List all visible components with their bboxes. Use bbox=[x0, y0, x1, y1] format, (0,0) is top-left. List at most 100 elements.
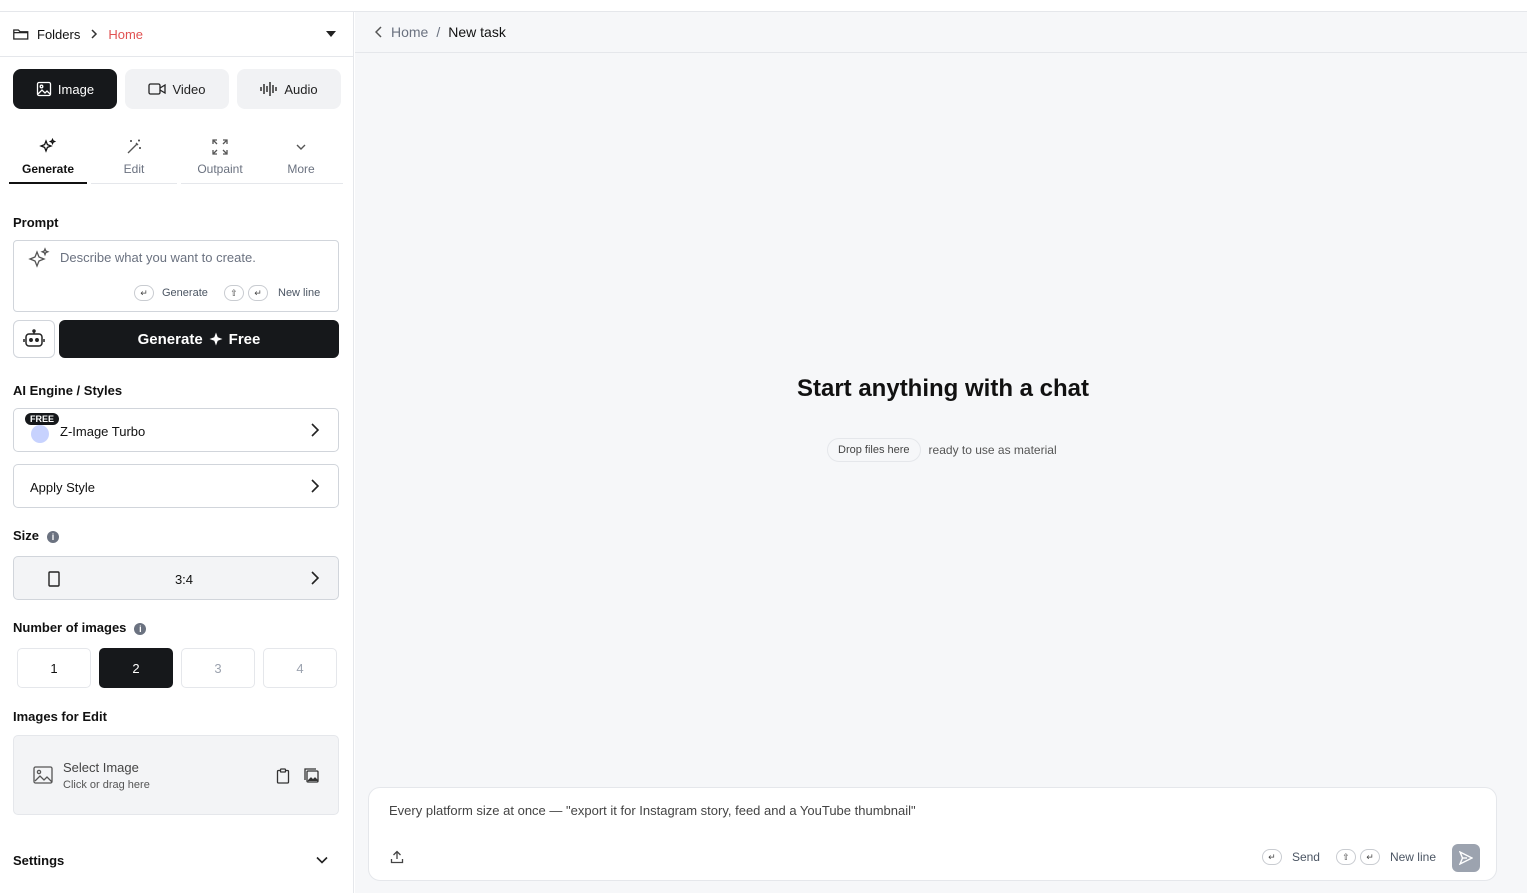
count-option-1[interactable]: 1 bbox=[17, 648, 91, 688]
main-panel: Home / New task Start anything with a ch… bbox=[355, 12, 1527, 893]
tab-audio[interactable]: Audio bbox=[237, 69, 341, 109]
top-strip bbox=[0, 0, 1527, 12]
folders-label[interactable]: Folders bbox=[37, 27, 80, 42]
shift-key-icon: ⇧ bbox=[224, 285, 244, 301]
sparkle-icon bbox=[28, 247, 50, 268]
media-type-tabs: Image Video Audio bbox=[13, 69, 341, 109]
prompt-input[interactable]: Describe what you want to create. ↵ Gene… bbox=[13, 240, 339, 312]
tab-image[interactable]: Image bbox=[13, 69, 117, 109]
newline-hint: ⇧ ↵ New line bbox=[224, 285, 320, 301]
enter-key-icon: ↵ bbox=[1359, 849, 1380, 865]
image-count-selector: 1 2 3 4 bbox=[17, 648, 337, 688]
engine-label: AI Engine / Styles bbox=[13, 383, 123, 398]
assistant-button[interactable] bbox=[13, 320, 55, 358]
select-image-subtitle: Click or drag here bbox=[63, 779, 150, 791]
send-button[interactable] bbox=[1452, 844, 1480, 872]
home-link[interactable]: Home bbox=[108, 27, 143, 42]
expand-icon bbox=[212, 139, 228, 155]
tab-video[interactable]: Video bbox=[125, 69, 229, 109]
apply-style-label: Apply Style bbox=[30, 480, 96, 495]
newline-hint-label: New line bbox=[278, 287, 321, 299]
apply-style-select[interactable]: Apply Style bbox=[13, 464, 339, 508]
chevron-right-icon bbox=[91, 29, 98, 39]
mode-tabs: Generate Edit Outpaint More bbox=[9, 134, 343, 184]
count-label: Number of images bbox=[13, 620, 127, 635]
enter-key-icon: ↵ bbox=[248, 285, 268, 301]
video-icon bbox=[148, 83, 167, 95]
tab-outpaint-label: Outpaint bbox=[197, 162, 243, 176]
tab-more[interactable]: More bbox=[259, 134, 343, 184]
chevron-left-icon[interactable] bbox=[375, 26, 383, 38]
free-badge: FREE bbox=[25, 413, 60, 425]
chevron-down-icon bbox=[316, 856, 328, 864]
magic-wand-icon bbox=[127, 139, 141, 154]
tab-image-label: Image bbox=[57, 81, 95, 97]
sparkle-icon bbox=[39, 138, 57, 153]
generate-button-suffix: Free bbox=[228, 330, 261, 348]
generate-button[interactable]: Generate Free bbox=[59, 320, 339, 358]
gallery-icon[interactable] bbox=[304, 768, 320, 784]
hero-title: Start anything with a chat bbox=[796, 375, 1090, 402]
count-option-4[interactable]: 4 bbox=[263, 648, 337, 688]
info-icon[interactable]: i bbox=[47, 530, 60, 543]
tab-edit[interactable]: Edit bbox=[91, 134, 177, 184]
info-icon[interactable]: i bbox=[134, 622, 147, 635]
image-upload-dropzone[interactable]: Select Image Click or drag here bbox=[13, 735, 339, 815]
clipboard-icon[interactable] bbox=[276, 768, 290, 784]
breadcrumb-current: New task bbox=[448, 24, 506, 40]
tab-video-label: Video bbox=[172, 81, 206, 97]
sidebar: Folders Home Image Video Audio Generate … bbox=[0, 12, 354, 893]
tab-more-label: More bbox=[287, 162, 315, 176]
caret-down-icon[interactable] bbox=[325, 28, 337, 40]
tab-audio-label: Audio bbox=[284, 81, 318, 97]
size-label-row: Size i bbox=[13, 528, 60, 543]
settings-label: Settings bbox=[13, 853, 65, 868]
enter-key-icon: ↵ bbox=[134, 285, 154, 301]
generate-hint-label: Generate bbox=[162, 287, 208, 299]
drop-hint: Drop files here ready to use as material bbox=[827, 438, 1057, 462]
chevron-right-icon bbox=[311, 571, 320, 585]
size-select[interactable]: 3:4 bbox=[13, 556, 339, 600]
chevron-down-icon bbox=[296, 144, 306, 150]
generate-hint: ↵ Generate bbox=[134, 285, 208, 301]
tab-outpaint[interactable]: Outpaint bbox=[181, 134, 259, 184]
robot-icon bbox=[23, 329, 45, 347]
chat-input[interactable]: Every platform size at once — "export it… bbox=[368, 787, 1497, 881]
send-icon bbox=[1459, 851, 1473, 865]
tab-generate-label: Generate bbox=[21, 162, 75, 176]
newline-hint-label: New line bbox=[1389, 850, 1436, 864]
generate-button-label: Generate bbox=[137, 330, 203, 348]
chevron-right-icon bbox=[311, 479, 320, 493]
size-label: Size bbox=[13, 528, 40, 543]
size-value: 3:4 bbox=[174, 572, 194, 587]
breadcrumb-separator: / bbox=[436, 24, 441, 40]
folder-breadcrumb[interactable]: Folders Home bbox=[0, 12, 353, 57]
breadcrumb: Home / New task bbox=[355, 12, 1527, 53]
chevron-right-icon bbox=[311, 423, 320, 437]
enter-key-icon: ↵ bbox=[1261, 849, 1282, 865]
breadcrumb-home[interactable]: Home bbox=[391, 24, 428, 40]
image-placeholder-icon bbox=[33, 766, 53, 784]
tab-edit-label: Edit bbox=[123, 162, 145, 176]
engine-name: Z-Image Turbo bbox=[60, 424, 146, 439]
settings-toggle[interactable]: Settings bbox=[13, 853, 329, 868]
audio-icon bbox=[260, 82, 278, 96]
count-option-3[interactable]: 3 bbox=[181, 648, 255, 688]
engine-select[interactable]: FREE Z-Image Turbo bbox=[13, 408, 339, 452]
shift-key-icon: ⇧ bbox=[1335, 849, 1356, 865]
chat-placeholder: Every platform size at once — "export it… bbox=[389, 803, 916, 818]
select-image-title: Select Image bbox=[63, 760, 139, 775]
prompt-label: Prompt bbox=[13, 215, 59, 230]
folder-icon bbox=[13, 29, 29, 40]
prompt-placeholder: Describe what you want to create. bbox=[60, 250, 256, 265]
tab-generate[interactable]: Generate bbox=[9, 134, 87, 184]
upload-icon[interactable] bbox=[390, 850, 404, 864]
count-option-2[interactable]: 2 bbox=[99, 648, 173, 688]
chat-hints: ↵ Send ⇧ ↵ New line bbox=[1261, 849, 1436, 865]
send-hint-label: Send bbox=[1291, 850, 1320, 864]
images-for-edit-label: Images for Edit bbox=[13, 709, 107, 724]
image-icon bbox=[36, 81, 52, 97]
count-label-row: Number of images i bbox=[13, 620, 147, 635]
engine-avatar bbox=[31, 425, 49, 443]
drop-files-chip[interactable]: Drop files here bbox=[827, 438, 921, 462]
